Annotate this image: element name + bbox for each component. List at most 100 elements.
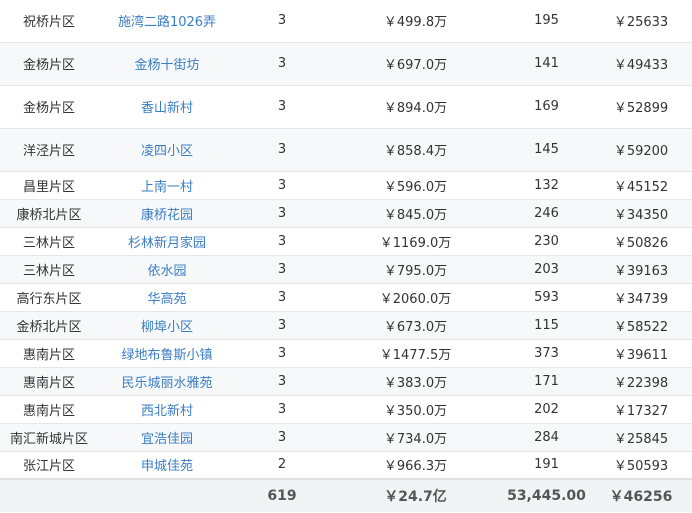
- cell-unit-price: ￥58522: [590, 311, 692, 340]
- cell-unit-price: ￥17327: [590, 395, 692, 424]
- cell-area: 593: [503, 283, 590, 312]
- cell-count: 3: [236, 283, 328, 312]
- community-link[interactable]: 凌四小区: [98, 128, 236, 172]
- listing-table: 祝桥片区 施湾二路1026弄 3 ￥499.8万 195 ￥25633 金杨片区 金杨十街坊 3…: [0, 0, 692, 512]
- cell-total-price: ￥499.8万: [328, 0, 503, 43]
- cell-count: 3: [236, 423, 328, 452]
- totals-district: [0, 478, 98, 512]
- table-row: 南汇新城片区 宜浩佳园 3 ￥734.0万 284 ￥25845: [0, 423, 692, 452]
- cell-count: 3: [236, 171, 328, 200]
- table-row: 惠南片区 绿地布鲁斯小镇 3 ￥1477.5万 373 ￥39611: [0, 339, 692, 368]
- cell-area: 195: [503, 0, 590, 43]
- cell-total-price: ￥2060.0万: [328, 283, 503, 312]
- cell-unit-price: ￥39611: [590, 339, 692, 368]
- community-link[interactable]: 宜浩佳园: [98, 423, 236, 452]
- cell-total-price: ￥845.0万: [328, 199, 503, 228]
- community-link[interactable]: 上南一村: [98, 171, 236, 200]
- community-link[interactable]: 华高苑: [98, 283, 236, 312]
- cell-district: 张江片区: [0, 451, 98, 480]
- totals-unit-price: ￥46256: [590, 478, 692, 512]
- cell-total-price: ￥734.0万: [328, 423, 503, 452]
- community-link[interactable]: 康桥花园: [98, 199, 236, 228]
- cell-count: 3: [236, 395, 328, 424]
- cell-district: 祝桥片区: [0, 0, 98, 43]
- cell-total-price: ￥795.0万: [328, 255, 503, 284]
- cell-district: 康桥北片区: [0, 199, 98, 228]
- cell-district: 三林片区: [0, 255, 98, 284]
- cell-district: 金杨片区: [0, 42, 98, 86]
- cell-count: 3: [236, 311, 328, 340]
- cell-area: 202: [503, 395, 590, 424]
- cell-area: 191: [503, 451, 590, 480]
- cell-district: 惠南片区: [0, 367, 98, 396]
- cell-area: 284: [503, 423, 590, 452]
- cell-area: 230: [503, 227, 590, 256]
- cell-area: 373: [503, 339, 590, 368]
- table-row: 三林片区 依水园 3 ￥795.0万 203 ￥39163: [0, 255, 692, 284]
- cell-area: 171: [503, 367, 590, 396]
- cell-unit-price: ￥25633: [590, 0, 692, 43]
- cell-district: 昌里片区: [0, 171, 98, 200]
- table-body: 祝桥片区 施湾二路1026弄 3 ￥499.8万 195 ￥25633 金杨片区 金杨十街坊 3…: [0, 0, 692, 480]
- cell-district: 南汇新城片区: [0, 423, 98, 452]
- community-link[interactable]: 香山新村: [98, 85, 236, 129]
- cell-area: 115: [503, 311, 590, 340]
- community-link[interactable]: 申城佳苑: [98, 451, 236, 480]
- table-row: 祝桥片区 施湾二路1026弄 3 ￥499.8万 195 ￥25633: [0, 0, 692, 43]
- cell-unit-price: ￥50826: [590, 227, 692, 256]
- cell-unit-price: ￥50593: [590, 451, 692, 480]
- cell-count: 3: [236, 85, 328, 129]
- cell-unit-price: ￥22398: [590, 367, 692, 396]
- totals-community: [98, 478, 236, 512]
- cell-unit-price: ￥25845: [590, 423, 692, 452]
- cell-count: 3: [236, 128, 328, 172]
- community-link[interactable]: 绿地布鲁斯小镇: [98, 339, 236, 368]
- cell-count: 3: [236, 367, 328, 396]
- totals-count: 619: [236, 478, 328, 512]
- cell-area: 203: [503, 255, 590, 284]
- community-link[interactable]: 施湾二路1026弄: [98, 0, 236, 43]
- community-link[interactable]: 柳埠小区: [98, 311, 236, 340]
- table-row: 金桥北片区 柳埠小区 3 ￥673.0万 115 ￥58522: [0, 311, 692, 340]
- table-row: 张江片区 申城佳苑 2 ￥966.3万 191 ￥50593: [0, 451, 692, 480]
- community-link[interactable]: 依水园: [98, 255, 236, 284]
- cell-count: 3: [236, 42, 328, 86]
- cell-total-price: ￥858.4万: [328, 128, 503, 172]
- table-row: 金杨片区 金杨十街坊 3 ￥697.0万 141 ￥49433: [0, 42, 692, 86]
- cell-unit-price: ￥34739: [590, 283, 692, 312]
- cell-count: 3: [236, 255, 328, 284]
- totals-area: 53,445.00: [503, 478, 590, 512]
- cell-count: 2: [236, 451, 328, 480]
- cell-unit-price: ￥59200: [590, 128, 692, 172]
- cell-area: 141: [503, 42, 590, 86]
- cell-count: 3: [236, 199, 328, 228]
- table-row: 惠南片区 西北新村 3 ￥350.0万 202 ￥17327: [0, 395, 692, 424]
- cell-total-price: ￥673.0万: [328, 311, 503, 340]
- table-row: 康桥北片区 康桥花园 3 ￥845.0万 246 ￥34350: [0, 199, 692, 228]
- totals-row: 619 ￥24.7亿 53,445.00 ￥46256: [0, 478, 692, 512]
- cell-unit-price: ￥45152: [590, 171, 692, 200]
- cell-area: 246: [503, 199, 590, 228]
- cell-area: 132: [503, 171, 590, 200]
- cell-area: 169: [503, 85, 590, 129]
- cell-unit-price: ￥49433: [590, 42, 692, 86]
- community-link[interactable]: 杉林新月家园: [98, 227, 236, 256]
- cell-total-price: ￥966.3万: [328, 451, 503, 480]
- cell-district: 高行东片区: [0, 283, 98, 312]
- community-link[interactable]: 金杨十街坊: [98, 42, 236, 86]
- table-row: 昌里片区 上南一村 3 ￥596.0万 132 ￥45152: [0, 171, 692, 200]
- cell-total-price: ￥350.0万: [328, 395, 503, 424]
- table-row: 高行东片区 华高苑 3 ￥2060.0万 593 ￥34739: [0, 283, 692, 312]
- table-row: 金杨片区 香山新村 3 ￥894.0万 169 ￥52899: [0, 85, 692, 129]
- community-link[interactable]: 民乐城丽水雅苑: [98, 367, 236, 396]
- cell-district: 惠南片区: [0, 395, 98, 424]
- cell-district: 三林片区: [0, 227, 98, 256]
- community-link[interactable]: 西北新村: [98, 395, 236, 424]
- totals-total-price: ￥24.7亿: [328, 478, 503, 512]
- cell-total-price: ￥894.0万: [328, 85, 503, 129]
- cell-total-price: ￥1477.5万: [328, 339, 503, 368]
- cell-total-price: ￥1169.0万: [328, 227, 503, 256]
- cell-total-price: ￥383.0万: [328, 367, 503, 396]
- cell-district: 金桥北片区: [0, 311, 98, 340]
- cell-count: 3: [236, 339, 328, 368]
